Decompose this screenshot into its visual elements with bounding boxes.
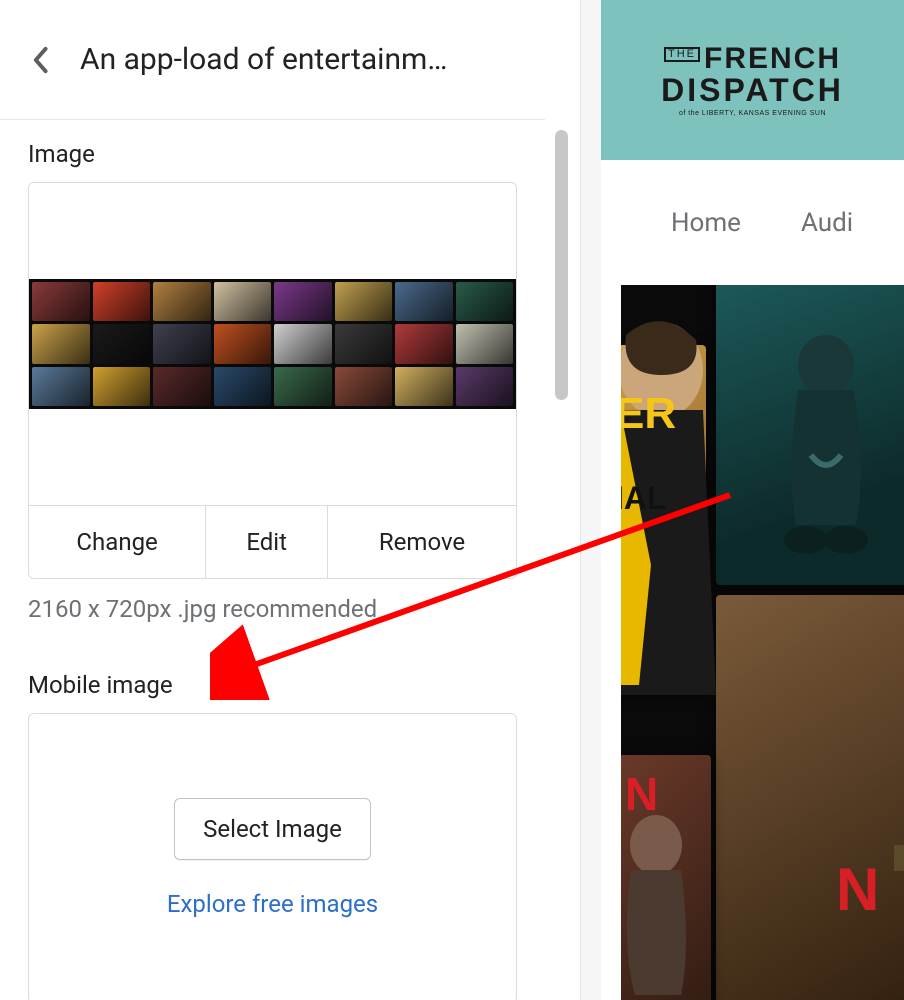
logo-line1: FRENCH	[704, 44, 841, 74]
hero-poster	[716, 285, 904, 585]
image-preview[interactable]	[29, 183, 516, 505]
logo-the: THE	[664, 47, 700, 62]
image-actions: Change Edit Remove	[29, 505, 516, 578]
image-box: Change Edit Remove	[28, 182, 517, 579]
netflix-n-icon: N	[836, 855, 879, 924]
preview-logo: THE FRENCH DISPATCH of the LIBERTY, KANS…	[661, 44, 844, 117]
image-preview-content	[29, 279, 516, 409]
preview-nav: Home Audi	[601, 160, 904, 285]
change-button[interactable]: Change	[29, 506, 206, 578]
preview-banner: THE FRENCH DISPATCH of the LIBERTY, KANS…	[601, 0, 904, 160]
mobile-image-label: Mobile image	[28, 671, 517, 699]
poster-text: ER	[621, 395, 676, 432]
poster-text: IAL	[621, 485, 667, 512]
explore-free-images-link[interactable]: Explore free images	[167, 890, 378, 918]
hero-poster: N HOLLYWO	[716, 595, 904, 1000]
panel-scrollbar-thumb[interactable]	[555, 130, 568, 400]
nav-item-audio[interactable]: Audi	[801, 208, 853, 238]
back-button[interactable]	[24, 44, 56, 76]
logo-line2: DISPATCH	[661, 74, 844, 106]
preview-hero: N HOLLYWO N	[621, 285, 904, 1000]
nav-item-home[interactable]: Home	[671, 208, 741, 238]
panel-scrollbar-track[interactable]	[546, 0, 580, 1000]
panel-header: An app-load of entertainm…	[0, 0, 545, 120]
image-field-label: Image	[28, 140, 517, 168]
panel-title: An app-load of entertainm…	[80, 42, 521, 77]
theme-preview: THE FRENCH DISPATCH of the LIBERTY, KANS…	[580, 0, 904, 1000]
logo-sub: of the LIBERTY, KANSAS EVENING SUN	[661, 110, 844, 117]
editor-panel: An app-load of entertainm… Image Change …	[0, 0, 580, 1000]
mobile-image-dropzone[interactable]: Select Image Explore free images	[28, 713, 517, 1000]
chevron-left-icon	[31, 46, 49, 74]
edit-button[interactable]: Edit	[206, 506, 328, 578]
hero-poster: N	[621, 755, 711, 1000]
select-image-button[interactable]: Select Image	[174, 798, 371, 860]
poster-art-icon	[716, 285, 904, 585]
poster-art-icon	[621, 805, 711, 1000]
image-hint: 2160 x 720px .jpg recommended	[28, 595, 517, 623]
billboards-icon	[896, 845, 904, 925]
remove-button[interactable]: Remove	[328, 506, 516, 578]
